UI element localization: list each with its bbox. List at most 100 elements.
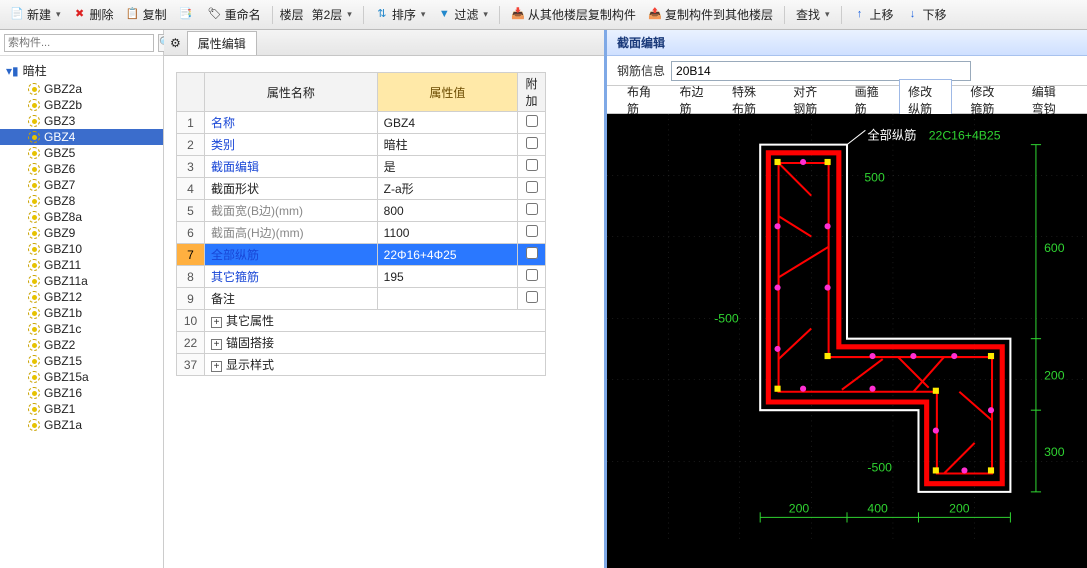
sort-button[interactable]: ⇅排序: [371, 4, 430, 25]
layer-select[interactable]: 第2层: [308, 4, 356, 25]
copy-button[interactable]: 📋复制: [122, 4, 171, 25]
tree-item[interactable]: GBZ12: [0, 289, 163, 305]
property-row[interactable]: 3截面编辑是: [177, 156, 546, 178]
extra-checkbox[interactable]: [526, 247, 538, 259]
tree-item[interactable]: GBZ7: [0, 177, 163, 193]
prop-name[interactable]: 截面形状: [205, 178, 378, 200]
prop-extra[interactable]: [518, 178, 546, 200]
tree-item[interactable]: GBZ16: [0, 385, 163, 401]
expand-icon[interactable]: +: [211, 361, 222, 372]
tree-item[interactable]: GBZ15a: [0, 369, 163, 385]
prop-name[interactable]: 截面编辑: [205, 156, 378, 178]
prop-value[interactable]: 1100: [377, 222, 517, 244]
move-up-button[interactable]: ↑上移: [849, 4, 898, 25]
prop-name[interactable]: 其它箍筋: [205, 266, 378, 288]
prop-value[interactable]: 800: [377, 200, 517, 222]
tree-item[interactable]: GBZ5: [0, 145, 163, 161]
tree-item[interactable]: GBZ11a: [0, 273, 163, 289]
prop-value[interactable]: 22Φ16+4Φ25: [377, 244, 517, 266]
component-panel: 🔍 ▾▮ 暗柱 GBZ2aGBZ2bGBZ3GBZ4GBZ5GBZ6GBZ7GB…: [0, 30, 164, 568]
prop-value[interactable]: 是: [377, 156, 517, 178]
prop-name[interactable]: 备注: [205, 288, 378, 310]
extra-checkbox[interactable]: [526, 159, 538, 171]
tree-item[interactable]: GBZ2: [0, 337, 163, 353]
prop-extra[interactable]: [518, 156, 546, 178]
copy-to-layer-button[interactable]: 📤复制构件到其他楼层: [644, 4, 777, 25]
tree-item[interactable]: GBZ8: [0, 193, 163, 209]
property-row[interactable]: 7全部纵筋22Φ16+4Φ25: [177, 244, 546, 266]
new-button[interactable]: 📄新建: [6, 4, 65, 25]
tree-item-label: GBZ11a: [44, 274, 88, 288]
prop-extra[interactable]: [518, 134, 546, 156]
prop-name[interactable]: 类别: [205, 134, 378, 156]
prop-value[interactable]: 暗柱: [377, 134, 517, 156]
expand-icon[interactable]: +: [211, 339, 222, 350]
prop-value[interactable]: [377, 288, 517, 310]
gear-icon[interactable]: ⚙: [170, 36, 181, 50]
prop-value[interactable]: Z-a形: [377, 178, 517, 200]
prop-extra[interactable]: [518, 222, 546, 244]
extra-checkbox[interactable]: [526, 115, 538, 127]
section-canvas[interactable]: 全部纵筋 22C16+4B25 500 -500 600 200 300 200…: [607, 114, 1087, 568]
property-row[interactable]: 5截面宽(B边)(mm)800: [177, 200, 546, 222]
tree-root[interactable]: ▾▮ 暗柱: [0, 60, 163, 81]
extra-checkbox[interactable]: [526, 225, 538, 237]
tree-item[interactable]: GBZ3: [0, 113, 163, 129]
tree-item[interactable]: GBZ1b: [0, 305, 163, 321]
property-row[interactable]: 22+锚固搭接: [177, 332, 546, 354]
prop-value[interactable]: GBZ4: [377, 112, 517, 134]
property-row[interactable]: 2类别暗柱: [177, 134, 546, 156]
extra-checkbox[interactable]: [526, 291, 538, 303]
property-table[interactable]: 属性名称 属性值 附加 1名称GBZ42类别暗柱3截面编辑是4截面形状Z-a形5…: [176, 72, 546, 376]
prop-name[interactable]: 名称: [205, 112, 378, 134]
find-button[interactable]: 查找: [792, 4, 834, 25]
property-row[interactable]: 4截面形状Z-a形: [177, 178, 546, 200]
extra-checkbox[interactable]: [526, 269, 538, 281]
prop-extra[interactable]: [518, 266, 546, 288]
prop-value[interactable]: 195: [377, 266, 517, 288]
copy-from-layer-button[interactable]: 📥从其他楼层复制构件: [507, 4, 640, 25]
property-row[interactable]: 6截面高(H边)(mm)1100: [177, 222, 546, 244]
tree-item[interactable]: GBZ6: [0, 161, 163, 177]
copy-from-icon: 📥: [511, 8, 525, 22]
expand-icon[interactable]: +: [211, 317, 222, 328]
extra-checkbox[interactable]: [526, 137, 538, 149]
rename-button[interactable]: 🏷重命名: [204, 4, 265, 25]
prop-extra[interactable]: [518, 244, 546, 266]
component-tree[interactable]: ▾▮ 暗柱 GBZ2aGBZ2bGBZ3GBZ4GBZ5GBZ6GBZ7GBZ8…: [0, 56, 163, 568]
property-row[interactable]: 1名称GBZ4: [177, 112, 546, 134]
prop-name[interactable]: +显示样式: [205, 354, 546, 376]
tree-item[interactable]: GBZ2a: [0, 81, 163, 97]
tab-property-editor[interactable]: 属性编辑: [187, 31, 257, 55]
prop-extra[interactable]: [518, 112, 546, 134]
tree-item[interactable]: GBZ1c: [0, 321, 163, 337]
tree-item[interactable]: GBZ2b: [0, 97, 163, 113]
tree-item[interactable]: GBZ9: [0, 225, 163, 241]
prop-name[interactable]: 截面高(H边)(mm): [205, 222, 378, 244]
property-row[interactable]: 9备注: [177, 288, 546, 310]
tree-item[interactable]: GBZ4: [0, 129, 163, 145]
search-input[interactable]: [4, 34, 154, 52]
property-row[interactable]: 8其它箍筋195: [177, 266, 546, 288]
prop-name[interactable]: +其它属性: [205, 310, 546, 332]
extra-checkbox[interactable]: [526, 181, 538, 193]
prop-name[interactable]: +锚固搭接: [205, 332, 546, 354]
property-row[interactable]: 37+显示样式: [177, 354, 546, 376]
prop-name[interactable]: 全部纵筋: [205, 244, 378, 266]
filter-button[interactable]: ▼过滤: [433, 4, 492, 25]
tree-item[interactable]: GBZ11: [0, 257, 163, 273]
move-down-button[interactable]: ↓下移: [902, 4, 951, 25]
prop-extra[interactable]: [518, 288, 546, 310]
paste-button[interactable]: 📑: [175, 6, 200, 24]
extra-checkbox[interactable]: [526, 203, 538, 215]
prop-extra[interactable]: [518, 200, 546, 222]
tree-item[interactable]: GBZ8a: [0, 209, 163, 225]
tree-item[interactable]: GBZ15: [0, 353, 163, 369]
tree-item[interactable]: GBZ10: [0, 241, 163, 257]
tree-item[interactable]: GBZ1: [0, 401, 163, 417]
rebar-input[interactable]: [671, 61, 971, 81]
property-row[interactable]: 10+其它属性: [177, 310, 546, 332]
delete-button[interactable]: ✖删除: [69, 4, 118, 25]
prop-name[interactable]: 截面宽(B边)(mm): [205, 200, 378, 222]
tree-item[interactable]: GBZ1a: [0, 417, 163, 433]
